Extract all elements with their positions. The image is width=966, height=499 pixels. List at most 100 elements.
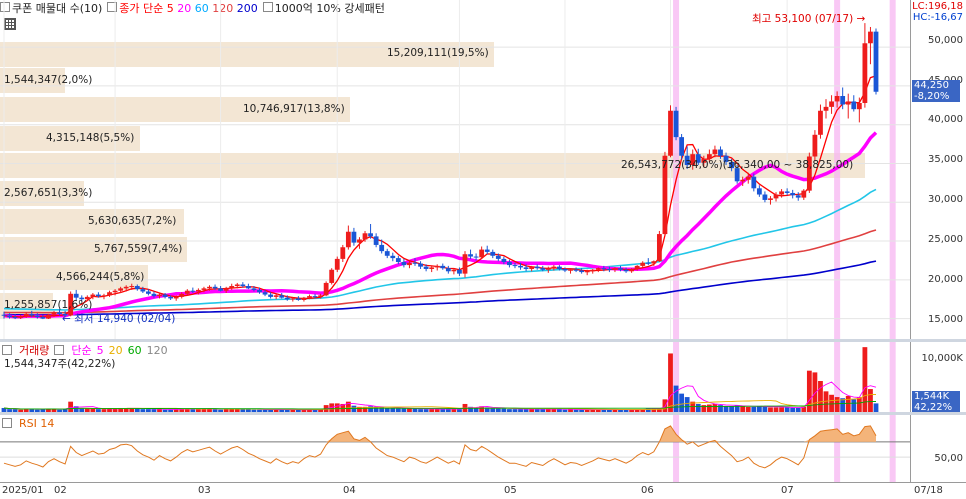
time-axis[interactable]: 2025/01 02 03 04 05 06 07 07/18 (0, 482, 966, 499)
price-tick: 35,000 (928, 154, 963, 165)
price-axis[interactable]: LC:196,18 HC:-16,67 50,000 45,000 40,000… (910, 0, 966, 340)
candle-body (295, 298, 301, 300)
rsi-pane[interactable]: RSI 14 (0, 415, 910, 482)
candle-body (818, 110, 823, 135)
volume-bar (706, 404, 712, 412)
candle-body (373, 236, 379, 245)
rsi-overbought-fill (4, 425, 876, 442)
candle-body (812, 134, 818, 157)
candle-body (340, 247, 346, 259)
candle-body (357, 239, 362, 243)
volume-value: 1,544,347주(42,22%) (4, 358, 116, 370)
candle-body (595, 268, 601, 270)
arrow-left-icon: ← (62, 313, 71, 325)
current-price: 44,250 (914, 80, 949, 91)
candle-body (323, 282, 329, 296)
candle-body (29, 313, 35, 316)
checkbox-icon[interactable] (2, 418, 12, 428)
candle-body (146, 291, 151, 294)
candle-body (545, 268, 551, 270)
price-tick: 20,000 (928, 274, 963, 285)
candle-body (268, 294, 273, 297)
candle-body (46, 314, 51, 319)
candle-body (418, 263, 423, 267)
candle-body (829, 101, 834, 107)
date-label: 07 (781, 485, 794, 496)
date-label: 03 (198, 485, 211, 496)
candle-body (168, 296, 174, 299)
volume-profile-label: 4,566,244(5,8%) (56, 271, 145, 283)
checkbox-icon[interactable] (54, 345, 65, 355)
candle-body (440, 265, 446, 269)
hc-label: HC:-16,67 (912, 12, 963, 23)
volume-bar (673, 385, 679, 412)
candle-body (740, 179, 746, 182)
candle-body (779, 191, 784, 195)
volume-profile-label: 5,630,635(7,2%) (88, 215, 177, 227)
rsi-chart[interactable] (0, 415, 910, 482)
volume-bar (68, 401, 74, 412)
candle-body (784, 191, 790, 193)
candle-body (157, 294, 162, 297)
candle-body (823, 106, 829, 111)
high-label: 최고 53,100 (07/17) (752, 13, 854, 25)
rsi-axis[interactable]: 50,00 (910, 415, 966, 482)
checkbox-icon[interactable] (2, 345, 12, 355)
candle-body (23, 313, 29, 317)
highlight-band (889, 342, 896, 412)
candle-body (207, 286, 212, 289)
candle-body (395, 258, 401, 262)
volume-bar (662, 399, 668, 412)
candle-body (407, 262, 412, 266)
date-label: 2025/01 (2, 485, 44, 496)
candle-body (745, 176, 751, 180)
candle-body (7, 315, 12, 318)
candle-body (507, 261, 512, 266)
candle-body (107, 292, 112, 296)
candle-body (51, 312, 57, 315)
candle-body (429, 267, 435, 269)
volume-profile-label: 1,544,347(2,0%) (4, 74, 93, 86)
volume-profile-label: 26,543,772(34,0%)(36,340,00 ~ 38,825,00) (621, 159, 854, 171)
current-change: -8,20% (914, 91, 950, 102)
volume-bar (679, 393, 685, 412)
candle-body (451, 269, 457, 272)
candle-body (123, 286, 129, 289)
candle-body (457, 269, 462, 274)
candle-body (590, 269, 596, 272)
candle-body (334, 258, 340, 270)
candle-body (290, 298, 296, 300)
candle-body (140, 289, 146, 292)
candle-body (329, 269, 335, 283)
volume-ma-period-60: 60 (127, 343, 142, 357)
candle-body (34, 315, 40, 318)
date-label: 04 (343, 485, 356, 496)
volume-bar (868, 389, 873, 412)
candle-body (101, 295, 107, 297)
candle-body (612, 268, 618, 270)
candle-body (240, 284, 246, 287)
candle-body (251, 288, 257, 290)
candle-body (434, 265, 440, 268)
candle-body (534, 266, 540, 269)
candle-body (868, 31, 873, 44)
candle-body (640, 262, 646, 266)
candle-body (40, 317, 46, 319)
candle-body (856, 102, 862, 110)
candle-body (518, 265, 523, 268)
candle-body (12, 317, 18, 319)
candle-body (134, 286, 140, 290)
candle-body (307, 296, 312, 298)
volume-pane[interactable]: 거래량 단순 5 20 60 120 1,544,347주(42,22%) (0, 342, 910, 412)
candle-body (768, 198, 773, 200)
current-volume-badge: 1,544K 42,22% (912, 391, 960, 413)
candle-body (618, 268, 623, 270)
price-pane[interactable]: 쿠폰 매물대 수(10) 종가 단순 5 20 60 120 200 1000억… (0, 0, 910, 340)
volume-profile-label: 15,209,111(19,5%) (387, 47, 489, 59)
candle-body (651, 261, 657, 264)
candle-body (90, 294, 96, 297)
candle-body (245, 286, 251, 289)
highlight-band (834, 415, 841, 482)
candle-body (129, 286, 135, 288)
highlight-band (889, 0, 896, 340)
